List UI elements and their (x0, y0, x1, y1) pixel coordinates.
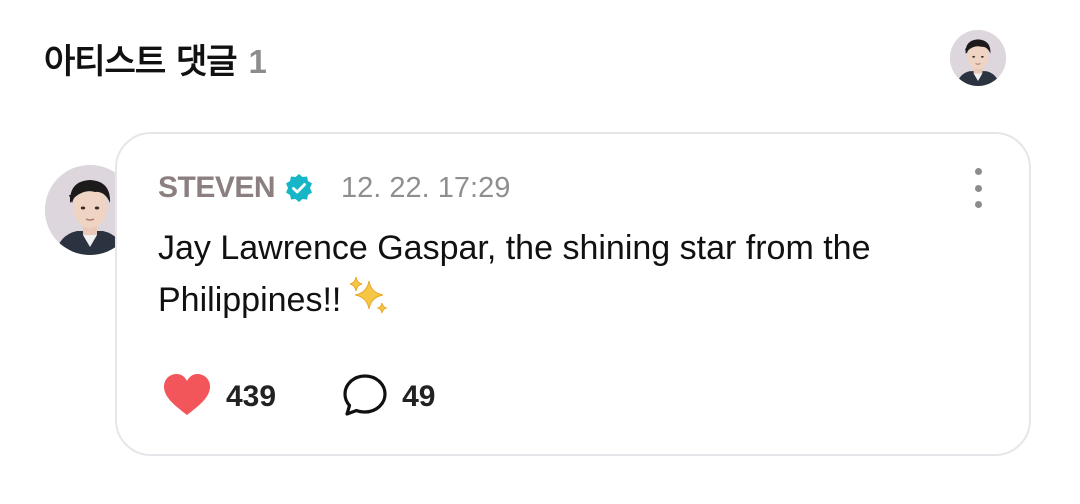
more-dot (974, 201, 982, 208)
comment-timestamp: 12. 22. 17:29 (341, 171, 511, 204)
author-name[interactable]: STEVEN (158, 171, 276, 205)
reply-button[interactable]: 49 (342, 373, 435, 421)
sparkles-icon (347, 275, 389, 330)
speech-bubble-icon (342, 373, 388, 421)
verified-badge-icon (283, 172, 315, 204)
section-header: 아티스트 댓글 1 (44, 34, 267, 83)
artist-comments-page: 아티스트 댓글 1 STEVEN 12. 22. 17:29 Jay Lawre… (0, 0, 1080, 504)
avatar-image (950, 30, 1006, 86)
comment-text: Jay Lawrence Gaspar, the shining star fr… (158, 229, 871, 319)
comment-body: Jay Lawrence Gaspar, the shining star fr… (158, 222, 998, 330)
more-options-icon[interactable] (962, 168, 994, 208)
heart-icon (162, 373, 212, 421)
artist-avatar[interactable] (950, 30, 1006, 86)
like-count: 439 (226, 380, 277, 413)
comment-actions: 439 49 (162, 372, 435, 422)
comment-meta: STEVEN 12. 22. 17:29 (158, 168, 510, 208)
reply-count: 49 (402, 380, 436, 413)
like-button[interactable]: 439 (162, 373, 276, 421)
more-dot (974, 184, 982, 192)
more-dot (974, 168, 982, 175)
comment-count: 1 (248, 43, 267, 80)
section-title: 아티스트 댓글 (44, 42, 238, 82)
